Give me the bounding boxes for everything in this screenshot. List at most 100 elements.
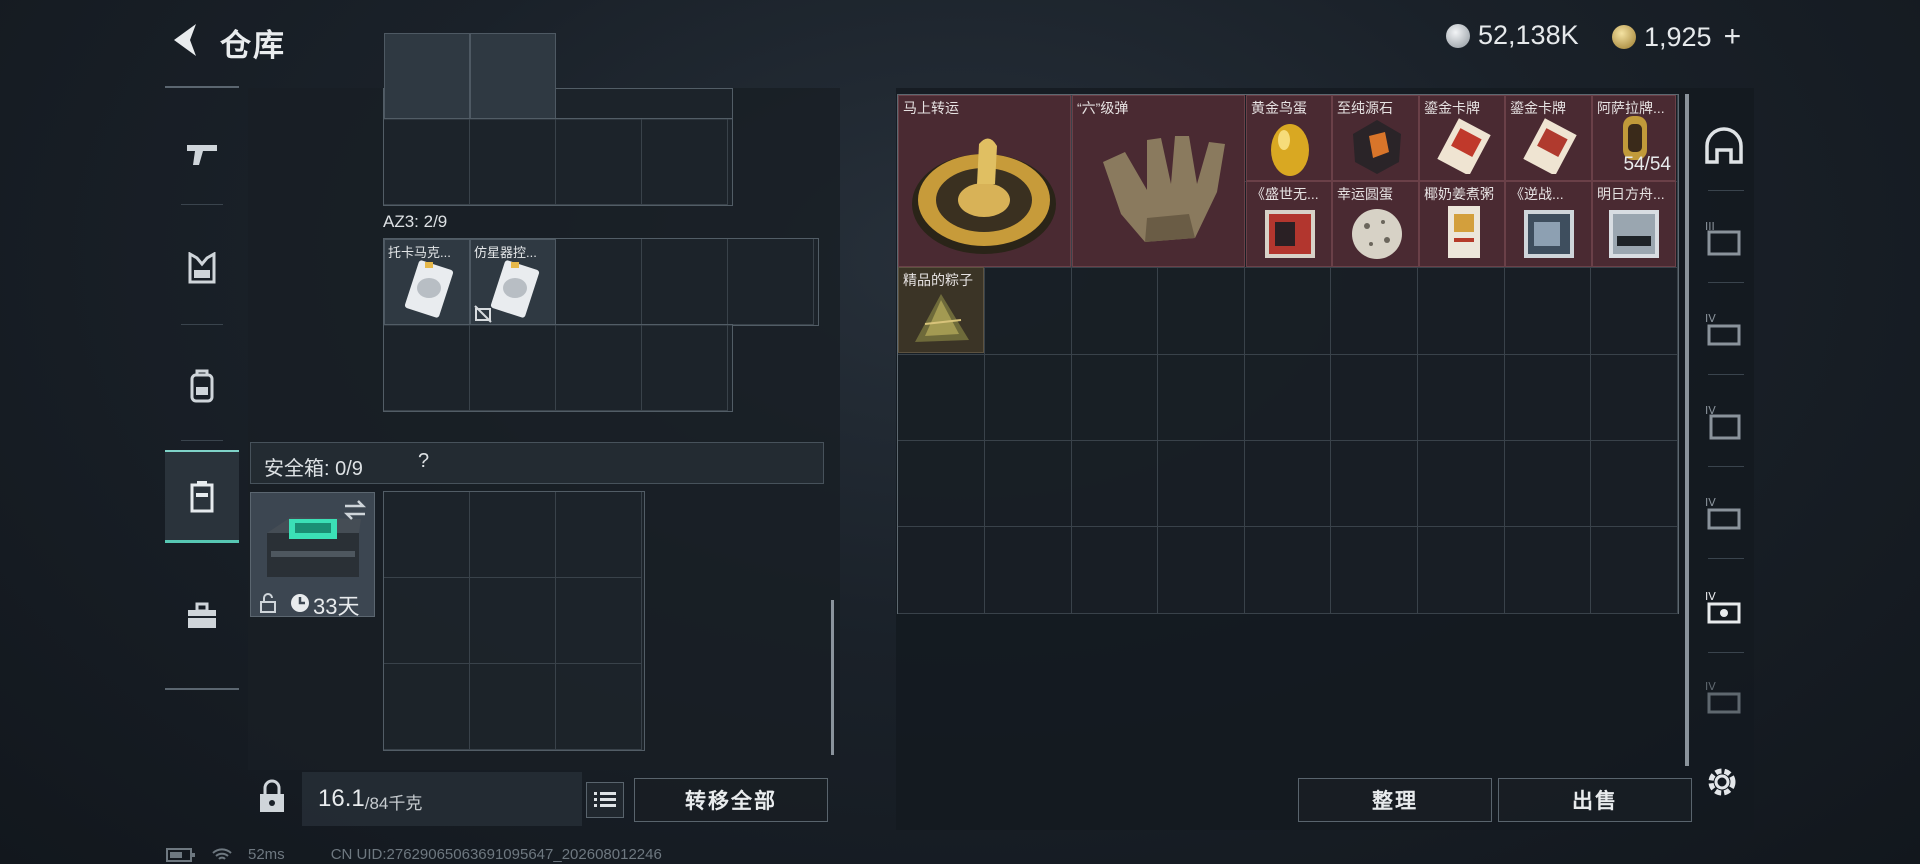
nav-armor[interactable] (165, 224, 239, 312)
transfer-all-button[interactable]: 转移全部 (634, 778, 828, 822)
stash-grid-cell[interactable] (1417, 526, 1505, 614)
gilded-card-icon (1437, 118, 1491, 174)
right-filter-nav: III IV IV IV IV IV (1696, 96, 1756, 736)
back-button[interactable] (166, 20, 202, 60)
inventory-item-tokamak[interactable]: 托卡马克... (384, 239, 470, 325)
stash-grid-cell[interactable] (1504, 526, 1592, 614)
stash-item-zongzi[interactable]: 精品的粽子 (898, 267, 984, 353)
stash-grid-cell[interactable] (1417, 353, 1505, 441)
stash-grid-cell[interactable] (898, 440, 985, 528)
filter-level-3[interactable]: III (1696, 210, 1752, 266)
stash-grid-cell[interactable] (1244, 526, 1332, 614)
filter-level-4b[interactable]: IV (1696, 394, 1752, 450)
stash-grid-cell[interactable] (1417, 267, 1505, 355)
currency-gold: 1,925 + (1612, 20, 1741, 54)
right-scrollbar[interactable] (1685, 94, 1689, 766)
stash-grid-cell[interactable] (1244, 353, 1332, 441)
organize-button[interactable]: 整理 (1298, 778, 1492, 822)
stash-grid-cell[interactable] (1071, 440, 1159, 528)
stash-item-golden-egg[interactable]: 黄金鸟蛋 (1246, 95, 1332, 181)
stash-grid-cell[interactable] (1590, 526, 1678, 614)
inventory-item-stellarator[interactable]: 仿星器控... (470, 239, 556, 325)
stash-grid-cell[interactable] (984, 440, 1072, 528)
stash-grid-cell[interactable] (1590, 267, 1678, 355)
inventory-item-partial[interactable] (470, 33, 556, 119)
album-cover-icon (1265, 210, 1315, 258)
container-az3-grid: 托卡马克... 仿星器控... (383, 238, 819, 326)
safebox-help-button[interactable]: ? (418, 450, 429, 473)
upper-container-grid-row (383, 118, 733, 206)
stash-grid-cell[interactable] (1157, 440, 1245, 528)
stash-grid-cell[interactable] (1504, 353, 1592, 441)
filter-level-4d[interactable]: IV (1696, 670, 1752, 726)
stash-grid-cell[interactable] (1331, 440, 1418, 528)
sell-button[interactable]: 出售 (1498, 778, 1692, 822)
add-currency-button[interactable]: + (1724, 20, 1742, 54)
porridge-box-icon (1448, 206, 1480, 258)
stash-grid-cell[interactable] (1590, 440, 1678, 528)
stash-item-asala-card[interactable]: 阿萨拉牌... 54/54 (1592, 95, 1676, 181)
stash-item-book-1[interactable]: 《盛世无... (1246, 181, 1332, 267)
left-scrollbar[interactable] (831, 600, 834, 755)
nav-weapons[interactable] (165, 110, 239, 198)
nav-toolbox[interactable] (165, 572, 239, 660)
filter-all[interactable] (1696, 118, 1752, 174)
stash-grid-cell[interactable] (1417, 440, 1505, 528)
stash-grid-cell[interactable] (898, 353, 985, 441)
stash-grid-cell[interactable] (1504, 267, 1592, 355)
stash-grid-cell[interactable] (1331, 267, 1418, 355)
stellarator-part-icon (490, 260, 540, 318)
safebox-icon (190, 481, 214, 513)
stash-grid-cell[interactable] (1504, 440, 1592, 528)
stash-grid-cell[interactable] (984, 267, 1072, 355)
nav-safebox[interactable] (165, 450, 239, 543)
filter-level-4c[interactable]: IV (1696, 486, 1752, 542)
weight-display: 16.1 /84千克 (302, 772, 582, 826)
filter-level-4-selected[interactable]: IV (1696, 580, 1752, 636)
safebox-expiry: 33天 (313, 594, 360, 619)
gear-icon (1708, 768, 1736, 796)
settings-button[interactable] (1704, 764, 1740, 800)
stash-grid-cell[interactable] (1157, 267, 1245, 355)
lock-weight-button[interactable] (254, 778, 290, 818)
safebox-slot[interactable]: 33天 (250, 492, 375, 619)
golden-wheel-icon (912, 138, 1056, 254)
svg-text:IV: IV (1705, 496, 1716, 509)
stash-item-ginger-porridge[interactable]: 椰奶姜煮粥 (1419, 181, 1505, 267)
stash-item-album-2[interactable]: 《逆战... (1505, 181, 1592, 267)
back-arrow-icon (174, 24, 196, 56)
stash-grid-cell[interactable] (1071, 353, 1159, 441)
nav-backpack[interactable] (165, 342, 239, 430)
stash-grid-cell[interactable] (1331, 526, 1418, 614)
golden-egg-icon (1271, 124, 1309, 176)
uid-text: CN UID:27629065063691095647_202608012246 (330, 846, 662, 863)
stash-item-lucky-egg[interactable]: 幸运圆蛋 (1332, 181, 1419, 267)
stash-grid-cell[interactable] (1071, 267, 1159, 355)
stash-grid-cell[interactable] (1071, 526, 1159, 614)
list-view-button[interactable] (586, 782, 624, 818)
stash-item-arknights[interactable]: 明日方舟... (1592, 181, 1676, 267)
stash-grid-cell[interactable] (1157, 526, 1245, 614)
clock-icon (291, 594, 309, 612)
stash-grid-cell[interactable] (984, 353, 1072, 441)
stash-grid-cell[interactable] (1331, 353, 1418, 441)
stash-grid-cell[interactable] (1157, 353, 1245, 441)
ping-text: 52ms (248, 846, 285, 863)
inventory-item-partial[interactable] (384, 33, 470, 119)
stash-item-gilded-card-1[interactable]: 鎏金卡牌 (1419, 95, 1505, 181)
stash-item-originium[interactable]: 至纯源石 (1332, 95, 1419, 181)
stash-grid-cell[interactable] (1590, 353, 1678, 441)
filter-level-4a[interactable]: IV (1696, 302, 1752, 358)
stash-grid-cell[interactable] (1244, 440, 1332, 528)
stash-grid-cell[interactable] (898, 526, 985, 614)
stash-item-bullet-hand[interactable]: “六”级弹 (1072, 95, 1245, 267)
stash-grid-cell[interactable] (984, 526, 1072, 614)
stash-item-wheel[interactable]: 马上转运 (898, 95, 1071, 267)
originium-stone-icon (1353, 120, 1401, 174)
gilded-card-icon (1523, 118, 1577, 174)
stash-item-gilded-card-2[interactable]: 鎏金卡牌 (1505, 95, 1592, 181)
stash-grid-cell[interactable] (1244, 267, 1332, 355)
gun-icon (187, 145, 217, 165)
svg-text:IV: IV (1705, 590, 1716, 603)
page-title: 仓库 (220, 28, 286, 63)
